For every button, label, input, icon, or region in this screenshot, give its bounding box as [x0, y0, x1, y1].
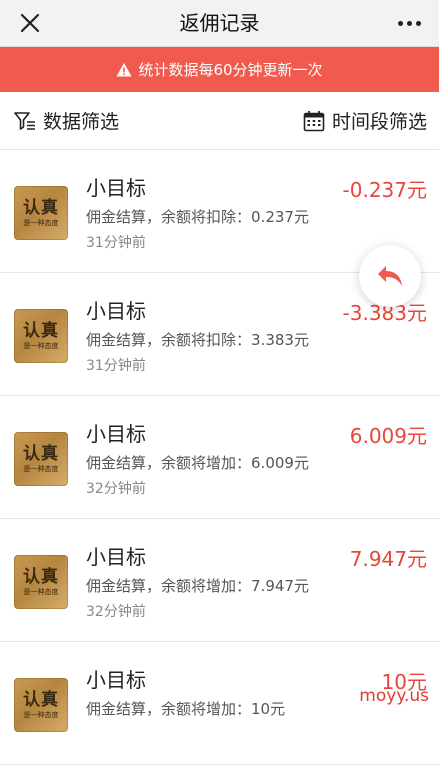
avatar: 认真 是一种态度	[14, 309, 68, 363]
back-arrow-icon	[378, 266, 402, 286]
avatar-text: 认真	[23, 443, 59, 464]
record-title: 小目标	[86, 668, 146, 692]
notice-text: 统计数据每60分钟更新一次	[138, 61, 323, 79]
more-button[interactable]	[391, 10, 427, 36]
top-nav-bar: 返佣记录	[0, 0, 439, 47]
warning-icon	[116, 62, 132, 76]
watermark: moyy.us	[359, 686, 429, 706]
avatar-subtext: 是一种态度	[23, 710, 59, 719]
record-description: 佣金结算，余额将扣除：3.383元	[86, 331, 309, 349]
record-list: 认真 是一种态度 小目标 佣金结算，余额将扣除：0.237元 31分钟前 -0.…	[0, 150, 439, 765]
close-icon	[20, 13, 40, 33]
avatar: 认真 是一种态度	[14, 432, 68, 486]
update-notice-banner: 统计数据每60分钟更新一次	[0, 47, 439, 92]
record-description: 佣金结算，余额将增加：10元	[86, 700, 286, 718]
avatar-text: 认真	[23, 320, 59, 341]
avatar-subtext: 是一种态度	[23, 587, 59, 596]
record-time: 32分钟前	[86, 481, 146, 497]
avatar-subtext: 是一种态度	[23, 464, 59, 473]
record-amount: -0.237元	[342, 178, 427, 202]
record-title: 小目标	[86, 545, 146, 569]
more-icon-dot	[415, 20, 421, 26]
record-amount: 6.009元	[349, 424, 427, 448]
record-title: 小目标	[86, 176, 146, 200]
filter-icon	[14, 111, 35, 130]
avatar-text: 认真	[23, 197, 59, 218]
back-button[interactable]	[359, 245, 421, 307]
avatar-text: 认真	[23, 689, 59, 710]
page-title: 返佣记录	[179, 11, 260, 35]
avatar: 认真 是一种态度	[14, 186, 68, 240]
record-description: 佣金结算，余额将扣除：0.237元	[86, 208, 309, 226]
calendar-icon	[303, 110, 325, 131]
list-item[interactable]: 认真 是一种态度 小目标 佣金结算，余额将增加：7.947元 32分钟前 7.9…	[0, 519, 439, 642]
avatar: 认真 是一种态度	[14, 555, 68, 609]
avatar-text: 认真	[23, 566, 59, 587]
avatar: 认真 是一种态度	[14, 678, 68, 732]
record-time: 31分钟前	[86, 358, 146, 374]
data-filter-button[interactable]: 数据筛选	[14, 92, 119, 149]
more-icon-dot	[406, 20, 412, 26]
avatar-subtext: 是一种态度	[23, 218, 59, 227]
time-filter-label: 时间段筛选	[331, 111, 427, 133]
record-description: 佣金结算，余额将增加：6.009元	[86, 454, 309, 472]
close-button[interactable]	[18, 11, 42, 35]
record-amount: 7.947元	[349, 547, 427, 571]
filter-bar: 数据筛选 时间段筛选	[0, 92, 439, 150]
record-title: 小目标	[86, 422, 146, 446]
record-time: 32分钟前	[86, 604, 146, 620]
record-title: 小目标	[86, 299, 146, 323]
record-time: 31分钟前	[86, 235, 146, 251]
record-description: 佣金结算，余额将增加：7.947元	[86, 577, 309, 595]
data-filter-label: 数据筛选	[43, 111, 120, 133]
list-item[interactable]: 认真 是一种态度 小目标 佣金结算，余额将增加：6.009元 32分钟前 6.0…	[0, 396, 439, 519]
time-filter-button[interactable]: 时间段筛选	[303, 92, 427, 149]
more-icon	[397, 20, 403, 26]
avatar-subtext: 是一种态度	[23, 341, 59, 350]
